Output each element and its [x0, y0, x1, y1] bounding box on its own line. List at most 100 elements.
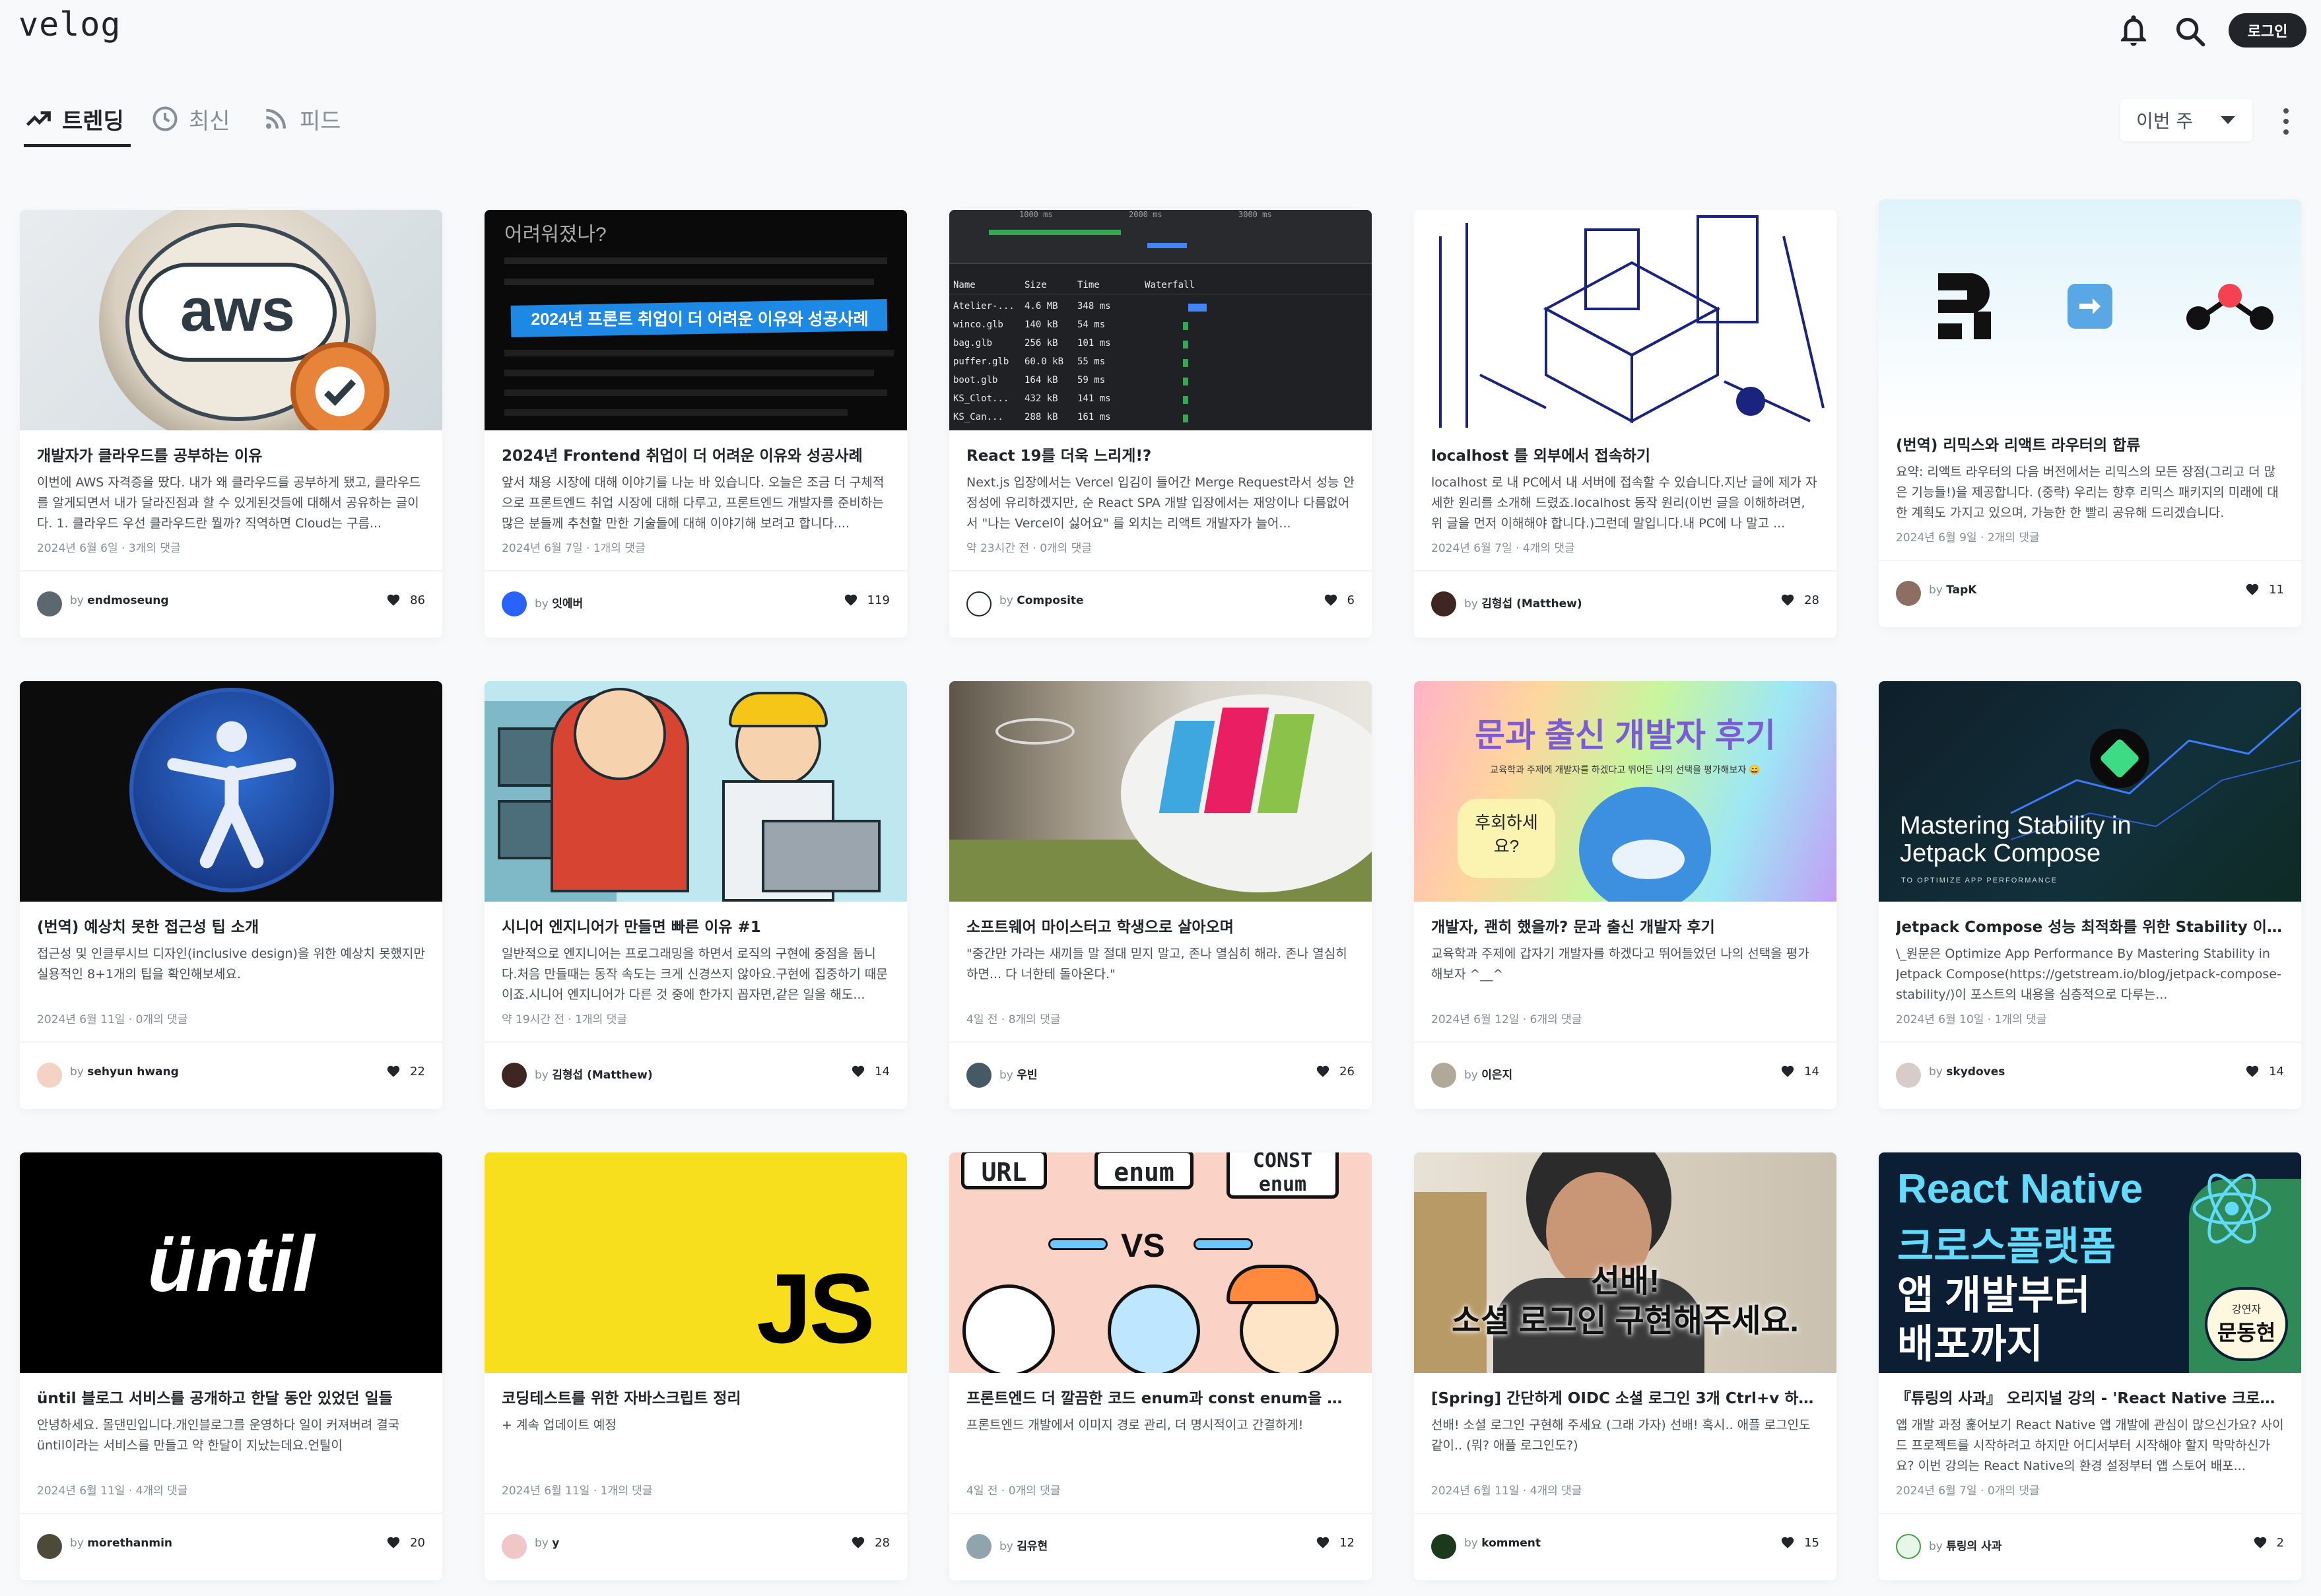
post-title[interactable]: 개발자, 괜히 했을까? 문과 출신 개발자 후기	[1431, 916, 1819, 939]
post-description: 접근성 및 인클루시브 디자인(inclusive design)을 위한 예상…	[37, 947, 425, 981]
post-card[interactable]: 어려워졌나? 2024년 프론트 취업이 더 어려운 이유와 성공사례 2024…	[485, 210, 907, 638]
post-card[interactable]: JS 코딩테스트를 위한 자바스크립트 정리 + 계속 업데이트 예정 2024년…	[485, 1152, 907, 1580]
avatar[interactable]	[37, 1534, 62, 1559]
period-select[interactable]: 이번 주	[2120, 99, 2252, 141]
post-thumbnail[interactable]: aws	[20, 210, 442, 430]
enum-label-box: enum	[1094, 1152, 1194, 1189]
avatar[interactable]	[1431, 591, 1456, 616]
post-author[interactable]: by 우빈	[999, 1065, 1038, 1082]
post-title[interactable]: (번역) 리믹스와 리액트 라우터의 합류	[1896, 434, 2284, 457]
post-card[interactable]: 선배! 소셜 로그인 구현해주세요. [Spring] 간단하게 OIDC 소셜…	[1414, 1152, 1836, 1580]
post-author[interactable]: by 김형섭 (Matthew)	[1464, 594, 1582, 611]
waterfall-bar	[1183, 415, 1188, 422]
post-card[interactable]: URL enum CONST enum VS 프론트엔드 더 깔끔한 코드 en…	[949, 1152, 1372, 1580]
tab-feed[interactable]: 피드	[261, 98, 341, 140]
post-thumbnail[interactable]: 문과 출신 개발자 후기 교육학과 주제에 개발자를 하겠다고 뛰어든 나의 선…	[1414, 681, 1836, 902]
tab-feed-label: 피드	[300, 108, 341, 135]
search-icon[interactable]	[2173, 15, 2207, 49]
post-title[interactable]: React 19를 더욱 느리게!?	[966, 445, 1355, 467]
cell-name: KS_Can...	[953, 412, 1003, 422]
post-author[interactable]: by 김유현	[999, 1537, 1048, 1553]
post-title[interactable]: 소프트웨어 마이스터고 학생으로 살아오며	[966, 916, 1355, 939]
avatar[interactable]	[37, 1063, 62, 1088]
post-card[interactable]: 소프트웨어 마이스터고 학생으로 살아오며 "중간만 가라는 새끼들 말 절대 믿…	[949, 681, 1372, 1109]
post-description: 선배! 소셜 로그인 구현해 주세요 (그래 가자) 선배! 혹시.. 애플 로…	[1431, 1418, 1811, 1453]
post-title[interactable]: [Spring] 간단하게 OIDC 소셜 로그인 3개 Ctrl+v 하기 (…	[1431, 1387, 1819, 1410]
avatar[interactable]	[966, 1063, 992, 1088]
post-title[interactable]: Jetpack Compose 성능 최적화를 위한 Stability 이해하…	[1896, 916, 2284, 939]
post-title[interactable]: localhost 를 외부에서 접속하기	[1431, 445, 1819, 467]
avatar[interactable]	[966, 1534, 992, 1559]
post-thumbnail[interactable]	[485, 681, 907, 902]
post-author[interactable]: by skydoves	[1929, 1065, 2005, 1079]
avatar[interactable]	[1896, 581, 1921, 606]
tab-trending-label: 트렌딩	[62, 108, 124, 135]
login-button[interactable]: 로그인	[2229, 13, 2306, 48]
post-author[interactable]: by 튜링의 사과	[1929, 1537, 2001, 1553]
post-author[interactable]: by Composite	[999, 594, 1084, 607]
post-title[interactable]: 『튜링의 사과』 오리지널 강의 - 'React Native 크로스플랫폼 …	[1896, 1387, 2284, 1410]
post-card[interactable]: aws 개발자가 클라우드를 공부하는 이유 이번에 AWS 자격증을 땄다. 내…	[20, 210, 442, 638]
post-thumbnail[interactable]: 선배! 소셜 로그인 구현해주세요.	[1414, 1152, 1836, 1373]
post-thumbnail[interactable]	[1414, 210, 1836, 430]
post-thumbnail[interactable]: React Native 크로스플랫폼 앱 개발부터 배포까지 강연자 문동현	[1879, 1152, 2301, 1373]
like-count: 119	[844, 593, 890, 607]
post-thumbnail[interactable]	[949, 681, 1372, 902]
post-title[interactable]: 개발자가 클라우드를 공부하는 이유	[37, 445, 425, 467]
avatar[interactable]	[37, 591, 62, 616]
column-header: Waterfall	[1145, 280, 1195, 290]
timeline-tick: 2000 ms	[1129, 210, 1162, 219]
post-author[interactable]: by 잇에버	[535, 594, 583, 611]
post-thumbnail[interactable]: 1000 ms 2000 ms 3000 ms Name Size Time W…	[949, 210, 1372, 430]
post-card[interactable]: localhost 를 외부에서 접속하기 localhost 로 내 PC에서 …	[1414, 210, 1836, 638]
post-author[interactable]: by TapK	[1929, 583, 1976, 597]
post-card[interactable]: (번역) 예상치 못한 접근성 팁 소개접근성 및 인클루시브 디자인(incl…	[20, 681, 442, 1109]
post-author[interactable]: by komment	[1464, 1537, 1541, 1550]
post-title[interactable]: üntil 블로그 서비스를 공개하고 한달 동안 있었던 일들	[37, 1387, 425, 1410]
avatar[interactable]	[1896, 1063, 1921, 1088]
avatar[interactable]	[1431, 1063, 1456, 1088]
waterfall-bar	[1183, 378, 1188, 385]
network-table-row: puffer.glb 60.0 kB 55 ms	[949, 354, 1372, 372]
avatar[interactable]	[502, 1063, 527, 1088]
avatar[interactable]	[966, 591, 992, 616]
post-thumbnail[interactable]	[20, 681, 442, 902]
post-thumbnail[interactable]: URL enum CONST enum VS	[949, 1152, 1372, 1373]
post-title[interactable]: (번역) 예상치 못한 접근성 팁 소개	[37, 916, 425, 939]
post-thumbnail[interactable]: üntil	[20, 1152, 442, 1373]
velog-logo[interactable]: velog	[18, 5, 121, 44]
post-card[interactable]: 문과 출신 개발자 후기 교육학과 주제에 개발자를 하겠다고 뛰어든 나의 선…	[1414, 681, 1836, 1109]
post-thumbnail[interactable]	[1879, 199, 2301, 420]
avatar[interactable]	[1431, 1534, 1456, 1559]
post-author[interactable]: by sehyun hwang	[70, 1065, 179, 1079]
post-author[interactable]: by 김형섭 (Matthew)	[535, 1065, 653, 1082]
author-name: 우빈	[1017, 1069, 1038, 1082]
react-logo-icon	[2192, 1173, 2271, 1244]
post-title[interactable]: 프론트엔드 더 깔끔한 코드 enum과 const enum을 활용하기	[966, 1387, 1355, 1410]
avatar[interactable]	[502, 1534, 527, 1559]
avatar[interactable]	[1896, 1534, 1921, 1559]
post-thumbnail[interactable]: 어려워졌나? 2024년 프론트 취업이 더 어려운 이유와 성공사례	[485, 210, 907, 430]
post-meta: 2024년 6월 12일 · 6개의 댓글	[1431, 1013, 1582, 1026]
post-card[interactable]: React Native 크로스플랫폼 앱 개발부터 배포까지 강연자 문동현 …	[1879, 1152, 2301, 1580]
post-author[interactable]: by y	[535, 1537, 559, 1550]
post-author[interactable]: by 이은지	[1464, 1065, 1512, 1082]
post-card[interactable]: (번역) 리믹스와 리액트 라우터의 합류 요약: 리액트 라우터의 다음 버전에…	[1879, 199, 2301, 627]
post-card[interactable]: 시니어 엔지니어가 만들면 빠른 이유 #1 일반적으로 엔지니어는 프로그래밍을…	[485, 681, 907, 1109]
post-card[interactable]: üntil üntil 블로그 서비스를 공개하고 한달 동안 있었던 일들 안녕…	[20, 1152, 442, 1580]
post-card[interactable]: Mastering Stability in Jetpack Compose T…	[1879, 681, 2301, 1109]
notification-bell-icon[interactable]	[2116, 15, 2151, 49]
more-options-button[interactable]	[2276, 106, 2296, 137]
post-thumbnail[interactable]: Mastering Stability in Jetpack Compose T…	[1879, 681, 2301, 902]
post-title[interactable]: 2024년 Frontend 취업이 더 어려운 이유와 성공사례	[502, 445, 890, 467]
post-title[interactable]: 코딩테스트를 위한 자바스크립트 정리	[502, 1387, 890, 1410]
post-card[interactable]: 1000 ms 2000 ms 3000 ms Name Size Time W…	[949, 210, 1372, 638]
post-title[interactable]: 시니어 엔지니어가 만들면 빠른 이유 #1	[502, 916, 890, 939]
post-author[interactable]: by endmoseung	[70, 594, 168, 607]
avatar[interactable]	[502, 591, 527, 616]
post-footer: by 잇에버 119	[485, 570, 907, 638]
post-author[interactable]: by morethanmin	[70, 1537, 172, 1550]
post-thumbnail[interactable]: JS	[485, 1152, 907, 1373]
tab-recent[interactable]: 최신	[151, 98, 230, 140]
tab-trending[interactable]: 트렌딩	[24, 98, 124, 140]
